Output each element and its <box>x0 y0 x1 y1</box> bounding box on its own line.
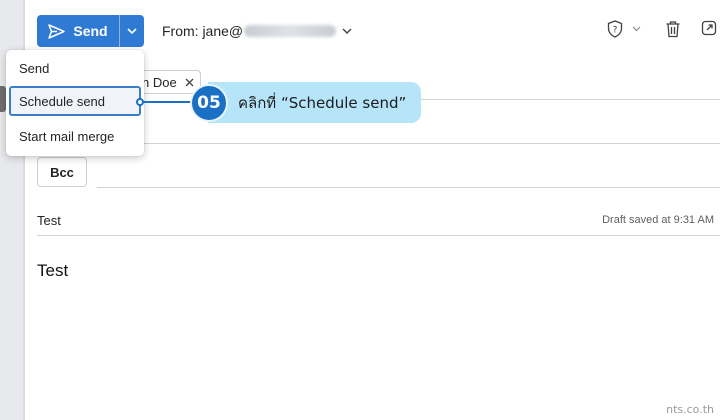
menu-item-label: Start mail merge <box>19 128 115 144</box>
from-selector[interactable]: From: jane@ <box>162 23 352 39</box>
subject-underline <box>37 235 720 236</box>
menu-item-start-mail-merge[interactable]: Start mail merge <box>9 121 141 151</box>
menu-item-send[interactable]: Send <box>9 53 141 83</box>
callout-anchor-dot <box>136 98 144 106</box>
send-button-label: Send <box>73 23 108 39</box>
close-icon[interactable] <box>185 78 194 87</box>
redacted-email-domain <box>244 25 337 37</box>
watermark: nts.co.th <box>666 403 714 416</box>
send-button[interactable]: Send <box>37 15 119 47</box>
send-options-button[interactable] <box>119 15 144 47</box>
trash-icon <box>666 21 680 38</box>
chevron-down-icon <box>632 26 641 32</box>
svg-text:?: ? <box>613 26 618 36</box>
popout-button[interactable] <box>701 20 717 36</box>
discard-button[interactable] <box>665 20 681 38</box>
message-body[interactable]: Test <box>37 261 68 281</box>
callout-text: คลิกที่ “Schedule send” <box>238 93 407 112</box>
bcc-field-underline[interactable] <box>97 187 720 188</box>
subject-field[interactable]: Test <box>37 213 61 228</box>
sensitivity-button[interactable]: ? <box>607 20 641 38</box>
chevron-down-icon <box>342 28 352 34</box>
send-icon <box>48 23 66 39</box>
shield-question-icon: ? <box>607 20 623 38</box>
send-button-group: Send <box>37 15 144 47</box>
bcc-button-label: Bcc <box>50 164 74 180</box>
callout-step-number: 05 <box>190 84 228 122</box>
chevron-down-icon <box>127 28 137 34</box>
menu-item-label: Send <box>19 60 50 76</box>
cc-field-underline <box>97 143 720 144</box>
send-options-menu: Send Schedule send Start mail merge <box>6 50 144 156</box>
popout-icon <box>701 20 717 36</box>
draft-status: Draft saved at 9:31 AM <box>602 214 714 226</box>
callout-connector <box>140 101 196 103</box>
callout-instruction: คลิกที่ “Schedule send” <box>208 82 421 123</box>
bcc-button[interactable]: Bcc <box>37 157 87 187</box>
recipient-name: n Doe <box>142 74 177 90</box>
from-label: From: jane@ <box>162 23 244 39</box>
menu-item-label: Schedule send <box>19 93 106 109</box>
menu-item-schedule-send[interactable]: Schedule send <box>9 86 141 116</box>
